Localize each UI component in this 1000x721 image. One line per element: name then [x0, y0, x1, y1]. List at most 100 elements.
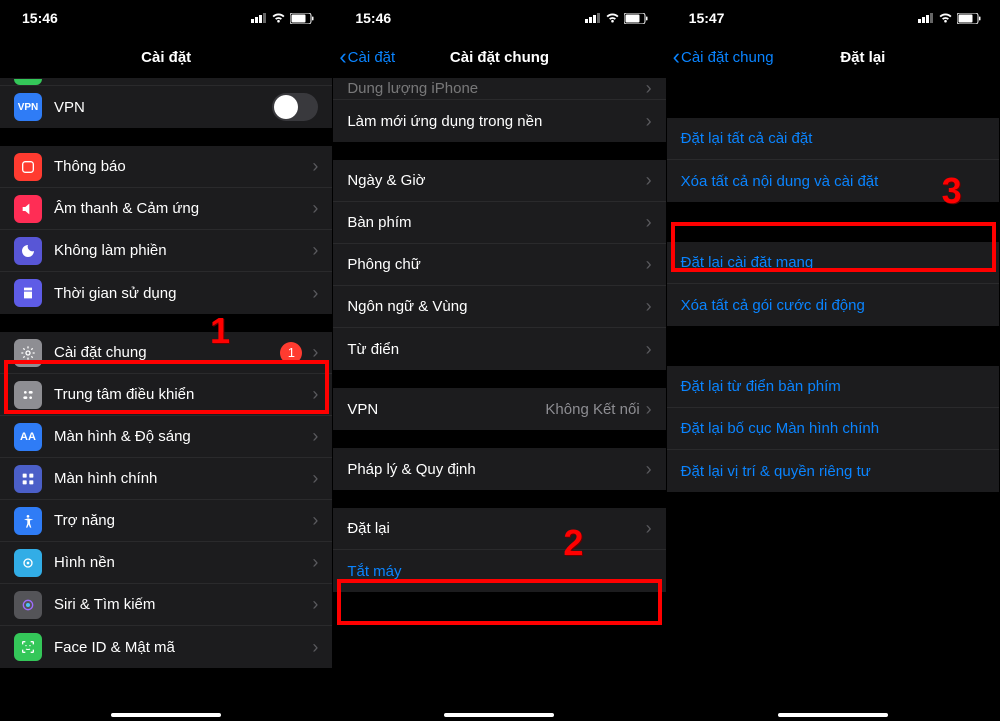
home-indicator[interactable] [444, 713, 554, 717]
row-label: Đặt lại từ điển bàn phím [681, 378, 841, 395]
wallpaper-icon [14, 549, 42, 577]
back-label: Cài đặt chung [681, 49, 774, 66]
nav-bar: ‹ Cài đặt chung Đặt lại [667, 36, 999, 78]
annotation-2: 2 [563, 522, 583, 564]
screen-general: 15:46 ‹ Cài đặt Cài đặt chung Dung lượng… [333, 0, 666, 721]
battery-icon [957, 13, 981, 24]
home-indicator[interactable] [111, 713, 221, 717]
row-thoi-gian[interactable]: Thời gian sử dụng › [0, 272, 332, 314]
status-bar: 15:46 [0, 0, 332, 36]
vpn-icon: VPN [14, 93, 42, 121]
row-hinh-nen[interactable]: Hình nền › [0, 542, 332, 584]
row-siri[interactable]: Siri & Tìm kiếm › [0, 584, 332, 626]
row-erase-cellular[interactable]: Xóa tất cả gói cước di động [667, 284, 999, 326]
wifi-icon [271, 13, 286, 24]
row-label: Ngày & Giờ [347, 172, 639, 189]
row-tat-may[interactable]: Tắt máy [333, 550, 665, 592]
notification-icon [14, 153, 42, 181]
row-label: Xóa tất cả gói cước di động [681, 297, 865, 314]
chevron-right-icon: › [646, 518, 652, 539]
group-legal: Pháp lý & Quy định › [333, 448, 665, 490]
wifi-icon [605, 13, 620, 24]
row-reset-privacy[interactable]: Đặt lại vị trí & quyền riêng tư [667, 450, 999, 492]
row-am-thanh[interactable]: Âm thanh & Cảm ứng › [0, 188, 332, 230]
vpn-toggle[interactable] [272, 93, 318, 121]
row-label: Đặt lại tất cả cài đặt [681, 130, 813, 147]
control-center-icon [14, 381, 42, 409]
row-tro-nang[interactable]: Trợ năng › [0, 500, 332, 542]
row-label: Làm mới ứng dụng trong nền [347, 113, 639, 130]
home-indicator[interactable] [778, 713, 888, 717]
back-button[interactable]: ‹ Cài đặt [339, 46, 395, 68]
row-man-hinh-sang[interactable]: AA Màn hình & Độ sáng › [0, 416, 332, 458]
row-reset-keyboard[interactable]: Đặt lại từ điển bàn phím [667, 366, 999, 408]
row-phong-chu[interactable]: Phông chữ › [333, 244, 665, 286]
row-vpn[interactable]: VPN VPN [0, 86, 332, 128]
cellular-icon [585, 13, 601, 23]
chevron-right-icon: › [312, 510, 318, 531]
row-reset-all[interactable]: Đặt lại tất cả cài đặt [667, 118, 999, 160]
row-detail: Không Kết nối [545, 401, 639, 418]
row-label: Màn hình chính [54, 470, 306, 487]
chevron-right-icon: › [312, 198, 318, 219]
row-label: Đặt lại cài đặt mạng [681, 254, 814, 271]
row-ban-phim[interactable]: Bàn phím › [333, 202, 665, 244]
screen-settings: 15:46 Cài đặt VPN VPN Thông báo › Âm tha… [0, 0, 333, 721]
status-time: 15:46 [22, 10, 58, 26]
row-phap-ly[interactable]: Pháp lý & Quy định › [333, 448, 665, 490]
dnd-icon [14, 237, 42, 265]
row-reset-home[interactable]: Đặt lại bố cục Màn hình chính [667, 408, 999, 450]
row-label: Siri & Tìm kiếm [54, 596, 306, 613]
row-label: Dung lượng iPhone [347, 80, 639, 97]
row-label: Thời gian sử dụng [54, 285, 306, 302]
cellular-icon [251, 13, 267, 23]
row-faceid[interactable]: Face ID & Mật mã › [0, 626, 332, 668]
annotation-3: 3 [942, 170, 962, 212]
chevron-left-icon: ‹ [339, 46, 346, 68]
display-icon: AA [14, 423, 42, 451]
row-thong-bao[interactable]: Thông báo › [0, 146, 332, 188]
chevron-right-icon: › [312, 594, 318, 615]
chevron-right-icon: › [312, 552, 318, 573]
back-button[interactable]: ‹ Cài đặt chung [673, 46, 774, 68]
row-label: Ngôn ngữ & Vùng [347, 298, 639, 315]
group-general: Cài đặt chung 1 › Trung tâm điều khiển ›… [0, 332, 332, 668]
cellular-icon [918, 13, 934, 23]
row-reset-network[interactable]: Đặt lại cài đặt mạng [667, 242, 999, 284]
chevron-right-icon: › [312, 637, 318, 658]
row-label: VPN [54, 99, 272, 116]
chevron-right-icon: › [646, 212, 652, 233]
row-lam-moi[interactable]: Làm mới ứng dụng trong nền › [333, 100, 665, 142]
row-dat-lai[interactable]: Đặt lại › [333, 508, 665, 550]
row-khong-lam-phien[interactable]: Không làm phiền › [0, 230, 332, 272]
row-label: Màn hình & Độ sáng [54, 428, 306, 445]
faceid-icon [14, 633, 42, 661]
chevron-right-icon: › [312, 156, 318, 177]
chevron-right-icon: › [312, 283, 318, 304]
row-label: Trợ năng [54, 512, 306, 529]
chevron-right-icon: › [646, 78, 652, 99]
chevron-right-icon: › [646, 399, 652, 420]
status-time: 15:46 [355, 10, 391, 26]
group-top: Dung lượng iPhone › Làm mới ứng dụng tro… [333, 78, 665, 142]
row-label: Xóa tất cả nội dung và cài đặt [681, 173, 879, 190]
row-vpn2[interactable]: VPN Không Kết nối › [333, 388, 665, 430]
chevron-right-icon: › [646, 111, 652, 132]
wifi-icon [938, 13, 953, 24]
row-man-hinh-chinh[interactable]: Màn hình chính › [0, 458, 332, 500]
row-label: VPN [347, 401, 545, 418]
group-notifications: Thông báo › Âm thanh & Cảm ứng › Không l… [0, 146, 332, 314]
row-tu-dien[interactable]: Từ điển › [333, 328, 665, 370]
row-cai-dat-chung[interactable]: Cài đặt chung 1 › [0, 332, 332, 374]
chevron-right-icon: › [646, 339, 652, 360]
row-ngon-ngu[interactable]: Ngôn ngữ & Vùng › [333, 286, 665, 328]
group-reset3: Đặt lại từ điển bàn phím Đặt lại bố cục … [667, 366, 999, 492]
status-bar: 15:47 [667, 0, 999, 36]
row-label: Thông báo [54, 158, 306, 175]
row-label: Tắt máy [347, 563, 401, 580]
row-storage-cut[interactable]: Dung lượng iPhone › [333, 78, 665, 100]
row-trung-tam[interactable]: Trung tâm điều khiển › [0, 374, 332, 416]
status-icons [585, 13, 648, 24]
chevron-right-icon: › [312, 342, 318, 363]
row-ngay-gio[interactable]: Ngày & Giờ › [333, 160, 665, 202]
